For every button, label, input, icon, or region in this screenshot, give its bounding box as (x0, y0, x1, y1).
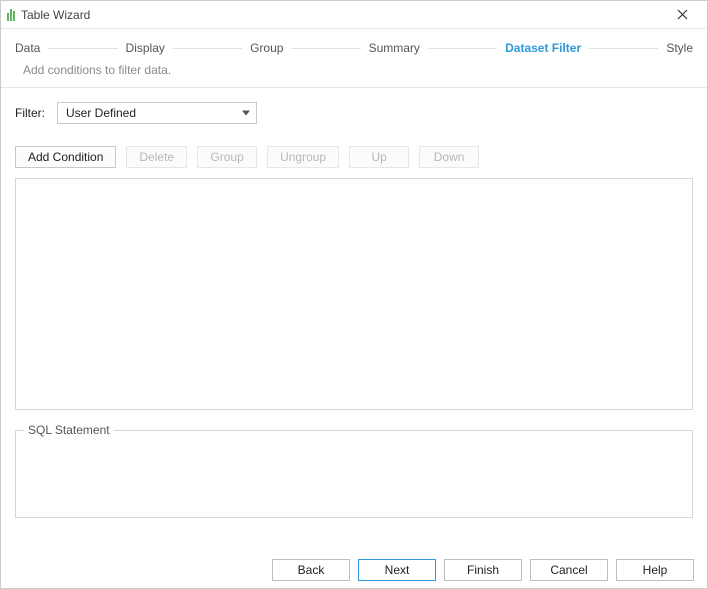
delete-button: Delete (126, 146, 187, 168)
ungroup-button: Ungroup (267, 146, 339, 168)
title-bar: Table Wizard (1, 1, 707, 29)
window-title: Table Wizard (21, 8, 90, 22)
step-group[interactable]: Group (248, 41, 285, 55)
wizard-steps: Data Display Group Summary Dataset Filte… (1, 29, 707, 57)
step-description: Add conditions to filter data. (1, 57, 707, 87)
next-button[interactable]: Next (358, 559, 436, 581)
back-button[interactable]: Back (272, 559, 350, 581)
cancel-button[interactable]: Cancel (530, 559, 608, 581)
help-button[interactable]: Help (616, 559, 694, 581)
step-dataset-filter[interactable]: Dataset Filter (503, 41, 583, 55)
filter-label: Filter: (15, 106, 45, 120)
add-condition-button[interactable]: Add Condition (15, 146, 116, 168)
finish-button[interactable]: Finish (444, 559, 522, 581)
condition-toolbar: Add Condition Delete Group Ungroup Up Do… (15, 146, 693, 168)
filter-select-value: User Defined (66, 106, 136, 120)
filter-select[interactable]: User Defined (57, 102, 257, 124)
content-area: Filter: User Defined Add Condition Delet… (1, 88, 707, 528)
up-button: Up (349, 146, 409, 168)
down-button: Down (419, 146, 479, 168)
sql-statement-box: SQL Statement (15, 430, 693, 518)
sql-statement-legend: SQL Statement (24, 423, 114, 437)
group-button: Group (197, 146, 257, 168)
close-icon (677, 9, 688, 20)
step-style[interactable]: Style (664, 41, 695, 55)
filter-row: Filter: User Defined (15, 102, 693, 124)
conditions-list[interactable] (15, 178, 693, 410)
close-button[interactable] (665, 4, 699, 26)
step-display[interactable]: Display (124, 41, 167, 55)
step-data[interactable]: Data (13, 41, 42, 55)
app-icon (7, 9, 15, 21)
chevron-down-icon (242, 111, 250, 116)
step-summary[interactable]: Summary (367, 41, 422, 55)
dialog-footer: Back Next Finish Cancel Help (272, 559, 694, 581)
